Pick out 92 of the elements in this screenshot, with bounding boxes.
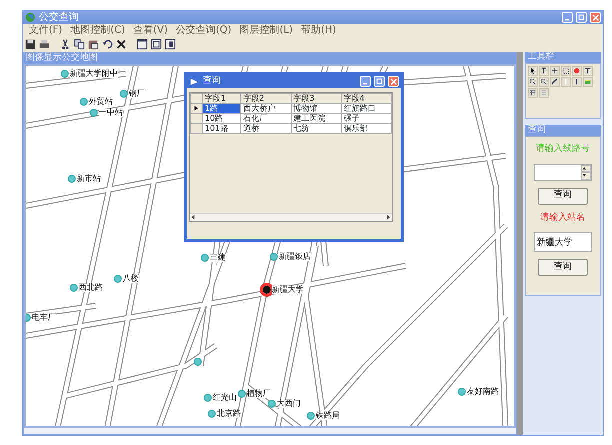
maximize-button[interactable] xyxy=(374,76,385,87)
zoom-out-icon[interactable] xyxy=(539,77,549,87)
maximize-icon xyxy=(376,78,384,86)
stop-marker[interactable] xyxy=(268,400,276,408)
stop-marker[interactable] xyxy=(194,358,202,366)
stop-label: 红光山 xyxy=(213,394,237,402)
stop-label: 大西门 xyxy=(277,400,301,408)
down-arrow-icon xyxy=(582,173,587,178)
window-icon[interactable] xyxy=(137,39,148,50)
grid-icon[interactable] xyxy=(528,88,538,98)
stop-label: 铁路局 xyxy=(316,412,340,420)
column-header[interactable]: 字段1 xyxy=(202,94,241,104)
spin-up-button[interactable] xyxy=(581,164,591,172)
horizontal-scrollbar[interactable] xyxy=(190,213,392,221)
stop-marker[interactable] xyxy=(204,394,212,402)
pointer-icon[interactable] xyxy=(528,66,538,76)
menu-item[interactable]: 图层控制(L) xyxy=(240,23,294,38)
column-header[interactable]: 字段3 xyxy=(291,94,342,104)
window-title: 公交查询 xyxy=(39,10,80,24)
menu-item[interactable]: 文件(F) xyxy=(29,23,63,38)
maximize-button[interactable] xyxy=(576,12,587,23)
stop-marker[interactable] xyxy=(458,388,466,396)
stop-label: 八楼 xyxy=(123,275,139,283)
column-header[interactable]: 字段2 xyxy=(240,94,292,104)
close-button[interactable] xyxy=(388,76,399,87)
menu-item[interactable]: 公交查询(Q) xyxy=(176,23,232,38)
copy-icon[interactable] xyxy=(74,39,85,50)
stop-label: 钢厂 xyxy=(129,90,145,98)
stop-marker[interactable] xyxy=(80,98,88,106)
stop-marker[interactable] xyxy=(114,275,122,283)
stop-label: 外贸站 xyxy=(89,98,113,106)
station-name-field[interactable]: 新疆大学 xyxy=(534,232,592,252)
stop-marker[interactable] xyxy=(201,254,209,262)
stop-marker[interactable] xyxy=(68,175,76,183)
app-icon xyxy=(25,12,36,23)
delete-icon[interactable] xyxy=(116,39,127,50)
close-icon xyxy=(592,14,600,22)
stop-label: 电车厂 xyxy=(32,314,56,322)
save-icon[interactable] xyxy=(25,39,36,50)
stop-marker[interactable] xyxy=(238,390,246,398)
stop-label: 三建 xyxy=(210,254,226,262)
spin-down-button[interactable] xyxy=(581,172,591,180)
dialog-title: 查询 xyxy=(203,74,222,88)
station-query-button[interactable]: 查询 xyxy=(538,259,588,276)
panel-title: 查询 xyxy=(525,125,601,136)
stop-marker[interactable] xyxy=(208,410,216,418)
stop-marker[interactable] xyxy=(120,90,128,98)
print-icon[interactable] xyxy=(39,39,50,50)
text-icon[interactable] xyxy=(539,66,549,76)
selected-stop-marker[interactable] xyxy=(263,286,271,294)
stop-label: 新市站 xyxy=(77,175,101,183)
row-pointer-icon xyxy=(193,105,200,112)
stop-label: 新疆饭店 xyxy=(279,253,311,261)
stop-label: 新疆大学附中 xyxy=(70,70,118,78)
menu-item[interactable]: 查看(V) xyxy=(133,23,168,38)
stop-marker[interactable] xyxy=(61,70,69,78)
up-arrow-icon xyxy=(582,166,587,171)
column-header[interactable]: 字段4 xyxy=(341,94,392,104)
minimize-button[interactable] xyxy=(360,76,371,87)
stop-label: 新疆大学 xyxy=(272,286,304,294)
select-icon[interactable] xyxy=(561,66,571,76)
window-icon[interactable] xyxy=(165,39,176,50)
undo-icon[interactable] xyxy=(102,39,113,50)
close-icon xyxy=(390,78,398,86)
stop-label: 友好南路 xyxy=(467,388,499,396)
maximize-icon xyxy=(578,14,586,22)
zoom-in-icon[interactable] xyxy=(528,77,538,87)
paste-icon[interactable] xyxy=(88,39,99,50)
stop-marker[interactable] xyxy=(270,253,278,261)
close-button[interactable] xyxy=(590,12,601,23)
map-scrollbar[interactable] xyxy=(24,428,516,434)
minimize-button[interactable] xyxy=(562,12,573,23)
cut-icon[interactable] xyxy=(60,39,71,50)
station-name-label: 请输入站名 xyxy=(540,212,586,224)
stop-label: 一中站 xyxy=(99,109,123,117)
menu-item[interactable]: 帮助(H) xyxy=(301,23,336,38)
menu-item[interactable]: 地图控制(C) xyxy=(70,23,126,38)
map-window-title: 图像显示公交地图 xyxy=(24,53,516,64)
stop-label: 西北路 xyxy=(79,284,103,292)
panel-title: 工具栏 xyxy=(525,52,601,63)
scroll-right-icon xyxy=(385,214,392,221)
scroll-left-icon xyxy=(190,214,197,221)
window-icon[interactable] xyxy=(151,39,162,50)
stop-marker[interactable] xyxy=(70,284,78,292)
ruler-icon[interactable] xyxy=(550,77,560,87)
line-query-button[interactable]: 查询 xyxy=(538,188,588,204)
stop-label: 植物厂 xyxy=(247,390,271,398)
stop-marker[interactable] xyxy=(90,109,98,117)
stop-label: 北京路 xyxy=(217,410,241,418)
line-number-label: 请输入线路号 xyxy=(536,143,590,156)
stop-marker[interactable] xyxy=(307,412,315,420)
dialog-icon xyxy=(189,76,200,87)
